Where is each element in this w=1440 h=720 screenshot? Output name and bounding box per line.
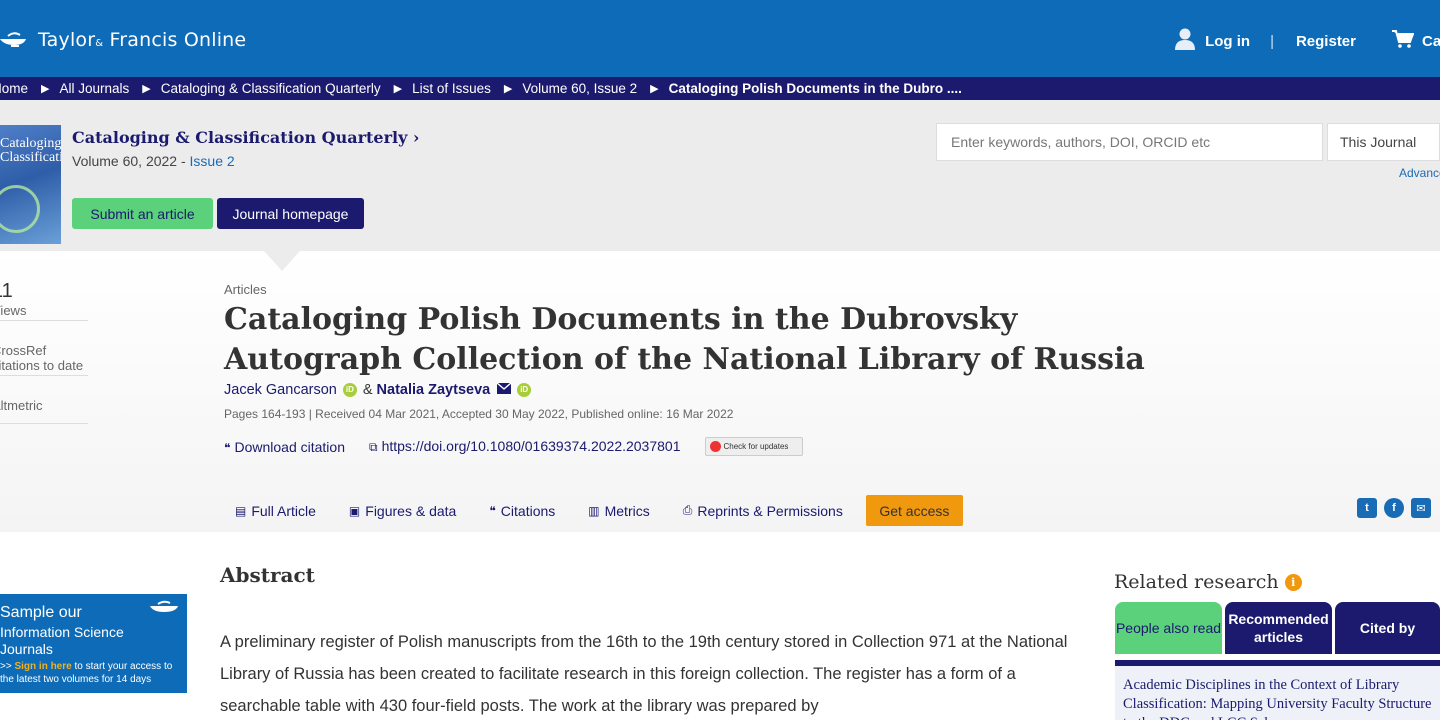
orcid-icon[interactable]: iD: [517, 383, 532, 397]
metric-views-count: 11: [0, 280, 13, 302]
logo-text: Taylor& Francis Online: [38, 29, 247, 51]
cart-link[interactable]: Cart: [1392, 30, 1440, 52]
related-list: Academic Disciplines in the Context of L…: [1115, 666, 1440, 720]
metric-views[interactable]: 11 Views: [0, 280, 88, 321]
breadcrumb-home[interactable]: Home: [0, 81, 28, 96]
email-share-icon[interactable]: ✉: [1411, 498, 1431, 518]
breadcrumb-arrow-icon: ▶: [650, 83, 659, 95]
author-link[interactable]: Jacek Gancarson: [224, 382, 337, 398]
account-links: Log in | Register Cart: [1175, 28, 1440, 54]
header-separator: |: [1270, 32, 1274, 50]
breadcrumb-volume[interactable]: Volume 60, Issue 2: [522, 81, 637, 96]
orcid-icon[interactable]: iD: [342, 383, 357, 397]
metric-altmetric-count: 0: [0, 382, 88, 398]
breadcrumb: Home ▶ All Journals ▶ Cataloging & Class…: [0, 77, 1440, 100]
twitter-icon[interactable]: t: [1357, 498, 1377, 518]
article-tabs: ▤ Full Article ▣ Figures & data ❝ Citations…: [235, 495, 963, 526]
login-link[interactable]: Log in: [1175, 28, 1250, 54]
article-title: Cataloging Polish Documents in the Dubro…: [224, 302, 1145, 377]
breadcrumb-journal[interactable]: Cataloging & Classification Quarterly: [161, 81, 381, 96]
image-icon: ▣: [348, 503, 361, 518]
lamp-logo-icon: [148, 600, 182, 616]
journal-cover[interactable]: Cataloging Classification: [0, 125, 61, 244]
print-icon: ⎙: [682, 503, 693, 517]
tab-recommended-articles[interactable]: Recommended articles: [1225, 602, 1332, 654]
user-icon: [1175, 28, 1196, 54]
download-citation-link[interactable]: ❝ Download citation: [224, 439, 345, 455]
tab-full-article[interactable]: ▤ Full Article: [235, 503, 316, 519]
related-tabs: People also read Recommended articles Ci…: [1115, 602, 1440, 660]
advanced-search-link[interactable]: Advanced search: [1399, 166, 1440, 180]
promo-line3: >> Sign in here to start your access to …: [0, 661, 173, 685]
abstract-heading: Abstract: [220, 563, 315, 587]
author-conjunction: &: [362, 382, 373, 398]
breadcrumb-arrow-icon: ▶: [393, 83, 403, 95]
promo-sign-in-link[interactable]: Sign in here: [14, 661, 71, 672]
author-list: Jacek Gancarson iD & Natalia Zaytseva iD: [224, 382, 537, 398]
tab-people-also-read[interactable]: People also read: [1115, 602, 1222, 654]
crossmark-icon: [709, 441, 721, 452]
tab-figures[interactable]: ▣ Figures & data: [349, 503, 456, 519]
related-article-link[interactable]: Academic Disciplines in the Context of L…: [1123, 676, 1433, 720]
breadcrumb-arrow-icon: ▶: [41, 83, 50, 95]
tab-reprints[interactable]: ⎙ Reprints & Permissions: [683, 503, 843, 519]
lamp-logo-icon: [0, 30, 32, 50]
metric-crossref-label: CrossRef citations to date: [0, 343, 84, 373]
banner-notch: [264, 251, 300, 271]
bar-chart-icon: ▥: [588, 503, 600, 518]
quote-icon: ❝: [224, 440, 231, 455]
metric-views-label: Views: [0, 303, 27, 318]
search-scope-select[interactable]: This Journal: [1327, 123, 1440, 161]
envelope-icon[interactable]: [496, 382, 512, 398]
journal-homepage-button[interactable]: Journal homepage: [217, 198, 364, 229]
publication-info: Pages 164-193 | Received 04 Mar 2021, Ac…: [224, 407, 734, 421]
article-metrics: 11 Views 0 CrossRef citations to date 0 …: [0, 280, 88, 424]
promo-line1: Sample our: [0, 604, 82, 621]
journal-volume: Volume 60, 2022 - Issue 2: [72, 153, 235, 169]
site-header: Taylor& Francis Online Log in | Register…: [0, 0, 1440, 77]
journal-banner: Cataloging Classification Cataloging & C…: [0, 100, 1440, 251]
metric-crossref[interactable]: 0 CrossRef citations to date: [0, 327, 88, 376]
breadcrumb-arrow-icon: ▶: [142, 83, 151, 95]
submit-article-button[interactable]: Submit an article: [72, 198, 213, 229]
article-header: [0, 251, 1440, 532]
issue-link[interactable]: Issue 2: [190, 153, 235, 169]
metric-crossref-count: 0: [0, 327, 88, 343]
related-research-heading: Related research i: [1114, 571, 1302, 593]
article-links: ❝ Download citation ⧉ https://doi.org/10.1…: [224, 437, 803, 456]
check-updates-button[interactable]: Check for updates: [704, 437, 803, 456]
quote-icon: ❝: [489, 503, 496, 518]
info-icon[interactable]: i: [1284, 573, 1302, 591]
share-buttons: t f ✉: [1357, 498, 1431, 518]
breadcrumb-all-journals[interactable]: All Journals: [59, 81, 129, 96]
document-icon: ▤: [235, 503, 247, 518]
article-section: Articles: [224, 282, 267, 297]
breadcrumb-issues[interactable]: List of Issues: [412, 81, 491, 96]
promo-line2: Information Science Journals: [0, 624, 124, 657]
promo-banner[interactable]: Sample our Information Science Journals …: [0, 594, 187, 693]
get-access-button[interactable]: Get access: [865, 495, 963, 526]
search-input[interactable]: Enter keywords, authors, DOI, ORCID etc: [936, 123, 1323, 161]
doi-link[interactable]: ⧉ https://doi.org/10.1080/01639374.2022.2…: [369, 438, 681, 455]
journal-title[interactable]: Cataloging & Classification Quarterly ›: [72, 128, 419, 147]
site-logo[interactable]: Taylor& Francis Online: [0, 26, 246, 54]
metric-altmetric-label: Altmetric: [0, 398, 43, 413]
cart-icon: [1392, 30, 1415, 52]
metric-altmetric[interactable]: 0 Altmetric: [0, 382, 88, 424]
breadcrumb-current: Cataloging Polish Documents in the Dubro…: [668, 81, 962, 96]
cover-text: Cataloging Classification: [0, 136, 61, 165]
tab-metrics[interactable]: ▥ Metrics: [588, 503, 649, 519]
cover-graphic: [0, 185, 40, 233]
breadcrumb-arrow-icon: ▶: [503, 83, 513, 95]
abstract-text: A preliminary register of Polish manuscr…: [220, 633, 1068, 715]
tab-citations[interactable]: ❝ Citations: [489, 503, 555, 519]
register-link[interactable]: Register: [1296, 33, 1356, 50]
tab-cited-by[interactable]: Cited by: [1335, 602, 1440, 654]
author-link[interactable]: Natalia Zaytseva: [377, 382, 491, 398]
facebook-icon[interactable]: f: [1384, 498, 1404, 518]
external-link-icon: ⧉: [368, 440, 378, 454]
